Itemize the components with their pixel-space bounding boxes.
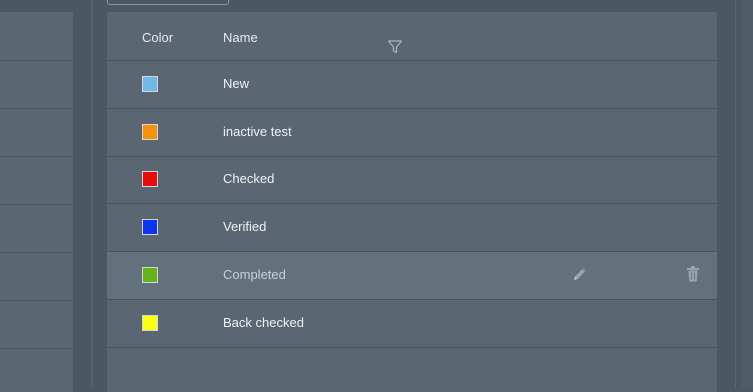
panel-divider bbox=[91, 0, 93, 388]
left-table-row-divider bbox=[0, 204, 73, 205]
table-row[interactable]: Completed bbox=[107, 251, 717, 300]
left-table-row-divider bbox=[0, 156, 73, 157]
filter-icon[interactable] bbox=[387, 39, 403, 55]
color-swatch bbox=[142, 266, 158, 283]
table-row[interactable]: Checked bbox=[107, 156, 717, 205]
table-row[interactable]: Back checked bbox=[107, 300, 717, 348]
edit-icon[interactable] bbox=[571, 265, 589, 283]
table-row[interactable]: New bbox=[107, 61, 717, 109]
left-table-panel bbox=[0, 12, 74, 392]
status-name: Completed bbox=[223, 266, 286, 282]
left-table-row-divider bbox=[0, 60, 73, 61]
table-row[interactable]: inactive test bbox=[107, 109, 717, 157]
left-table-row-divider bbox=[0, 252, 73, 253]
top-button[interactable] bbox=[107, 0, 229, 5]
status-name: Back checked bbox=[223, 314, 304, 330]
table-row[interactable]: Verified bbox=[107, 204, 717, 253]
status-name: New bbox=[223, 76, 250, 91]
color-swatch bbox=[142, 314, 158, 331]
status-color-table: Color Name New inactive test Checked Verifi… bbox=[107, 12, 717, 392]
right-edge-panel bbox=[741, 0, 753, 388]
color-swatch bbox=[142, 219, 158, 236]
color-swatch bbox=[142, 123, 158, 140]
status-name: Checked bbox=[223, 171, 275, 187]
table-header: Color Name bbox=[107, 12, 717, 61]
left-table-row-divider bbox=[0, 108, 73, 109]
color-swatch bbox=[142, 171, 158, 188]
right-divider bbox=[735, 0, 736, 388]
name-column-header[interactable]: Name bbox=[223, 30, 258, 45]
status-name: Verified bbox=[223, 219, 267, 235]
left-table-row-divider bbox=[0, 300, 73, 301]
trash-icon[interactable] bbox=[686, 265, 700, 283]
left-table-row-divider bbox=[0, 348, 73, 349]
color-swatch bbox=[142, 76, 158, 92]
color-column-header[interactable]: Color bbox=[142, 30, 173, 45]
status-name: inactive test bbox=[223, 123, 292, 139]
